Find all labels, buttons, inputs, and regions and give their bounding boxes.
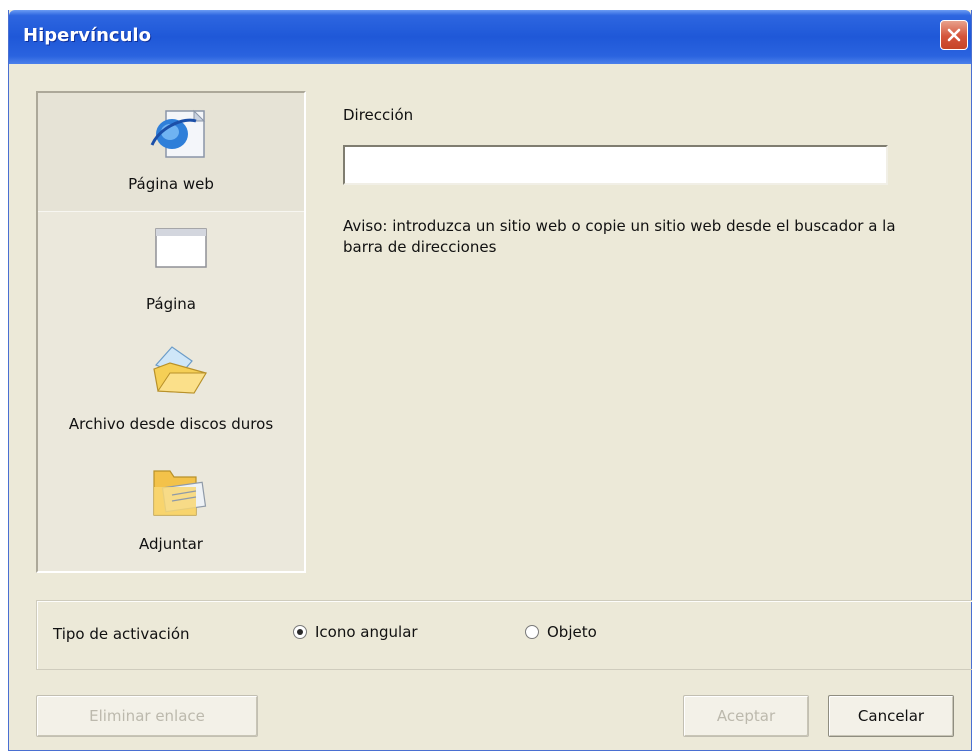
sidebar-item-web-page[interactable]: Página web (38, 93, 304, 212)
address-input[interactable] (343, 145, 888, 185)
hint-text: Aviso: introduzca un sitio web o copie u… (343, 217, 896, 256)
title-bar[interactable]: Hipervínculo (9, 10, 971, 64)
sidebar-item-page[interactable]: Página (38, 213, 304, 331)
sidebar-item-hard-drive-file[interactable]: Archivo desde discos duros (38, 333, 304, 451)
activation-type-group: Tipo de activación Icono angular Objeto (36, 600, 972, 670)
activation-type-label: Tipo de activación (53, 625, 190, 643)
radio-label: Objeto (547, 623, 597, 641)
dialog-title: Hipervínculo (23, 25, 151, 46)
link-type-list: Página web Página Archivo desde discos d… (36, 91, 306, 573)
accept-button[interactable]: Aceptar (683, 695, 809, 737)
sidebar-item-label: Archivo desde discos duros (68, 415, 274, 433)
remove-link-button[interactable]: Eliminar enlace (36, 695, 258, 737)
radio-label: Icono angular (315, 623, 418, 641)
cancel-button[interactable]: Cancelar (828, 695, 954, 737)
sidebar-item-label: Adjuntar (139, 535, 203, 553)
sidebar-item-label: Página web (128, 175, 214, 193)
radio-checked-icon (293, 625, 307, 639)
radio-objeto[interactable]: Objeto (525, 623, 597, 641)
web-page-icon (150, 109, 206, 158)
radio-unchecked-icon (525, 625, 539, 639)
page-icon (155, 228, 207, 268)
folder-file-icon (153, 346, 207, 394)
sidebar-item-label: Página (146, 295, 196, 313)
address-label: Dirección (343, 106, 414, 124)
hyperlink-dialog: Hipervínculo Página web Página Archivo d… (8, 10, 972, 751)
radio-icono-angular[interactable]: Icono angular (293, 623, 418, 641)
attach-folder-icon (153, 470, 207, 516)
close-button[interactable] (940, 20, 968, 50)
close-icon (947, 28, 961, 42)
sidebar-item-attach[interactable]: Adjuntar (38, 453, 304, 571)
